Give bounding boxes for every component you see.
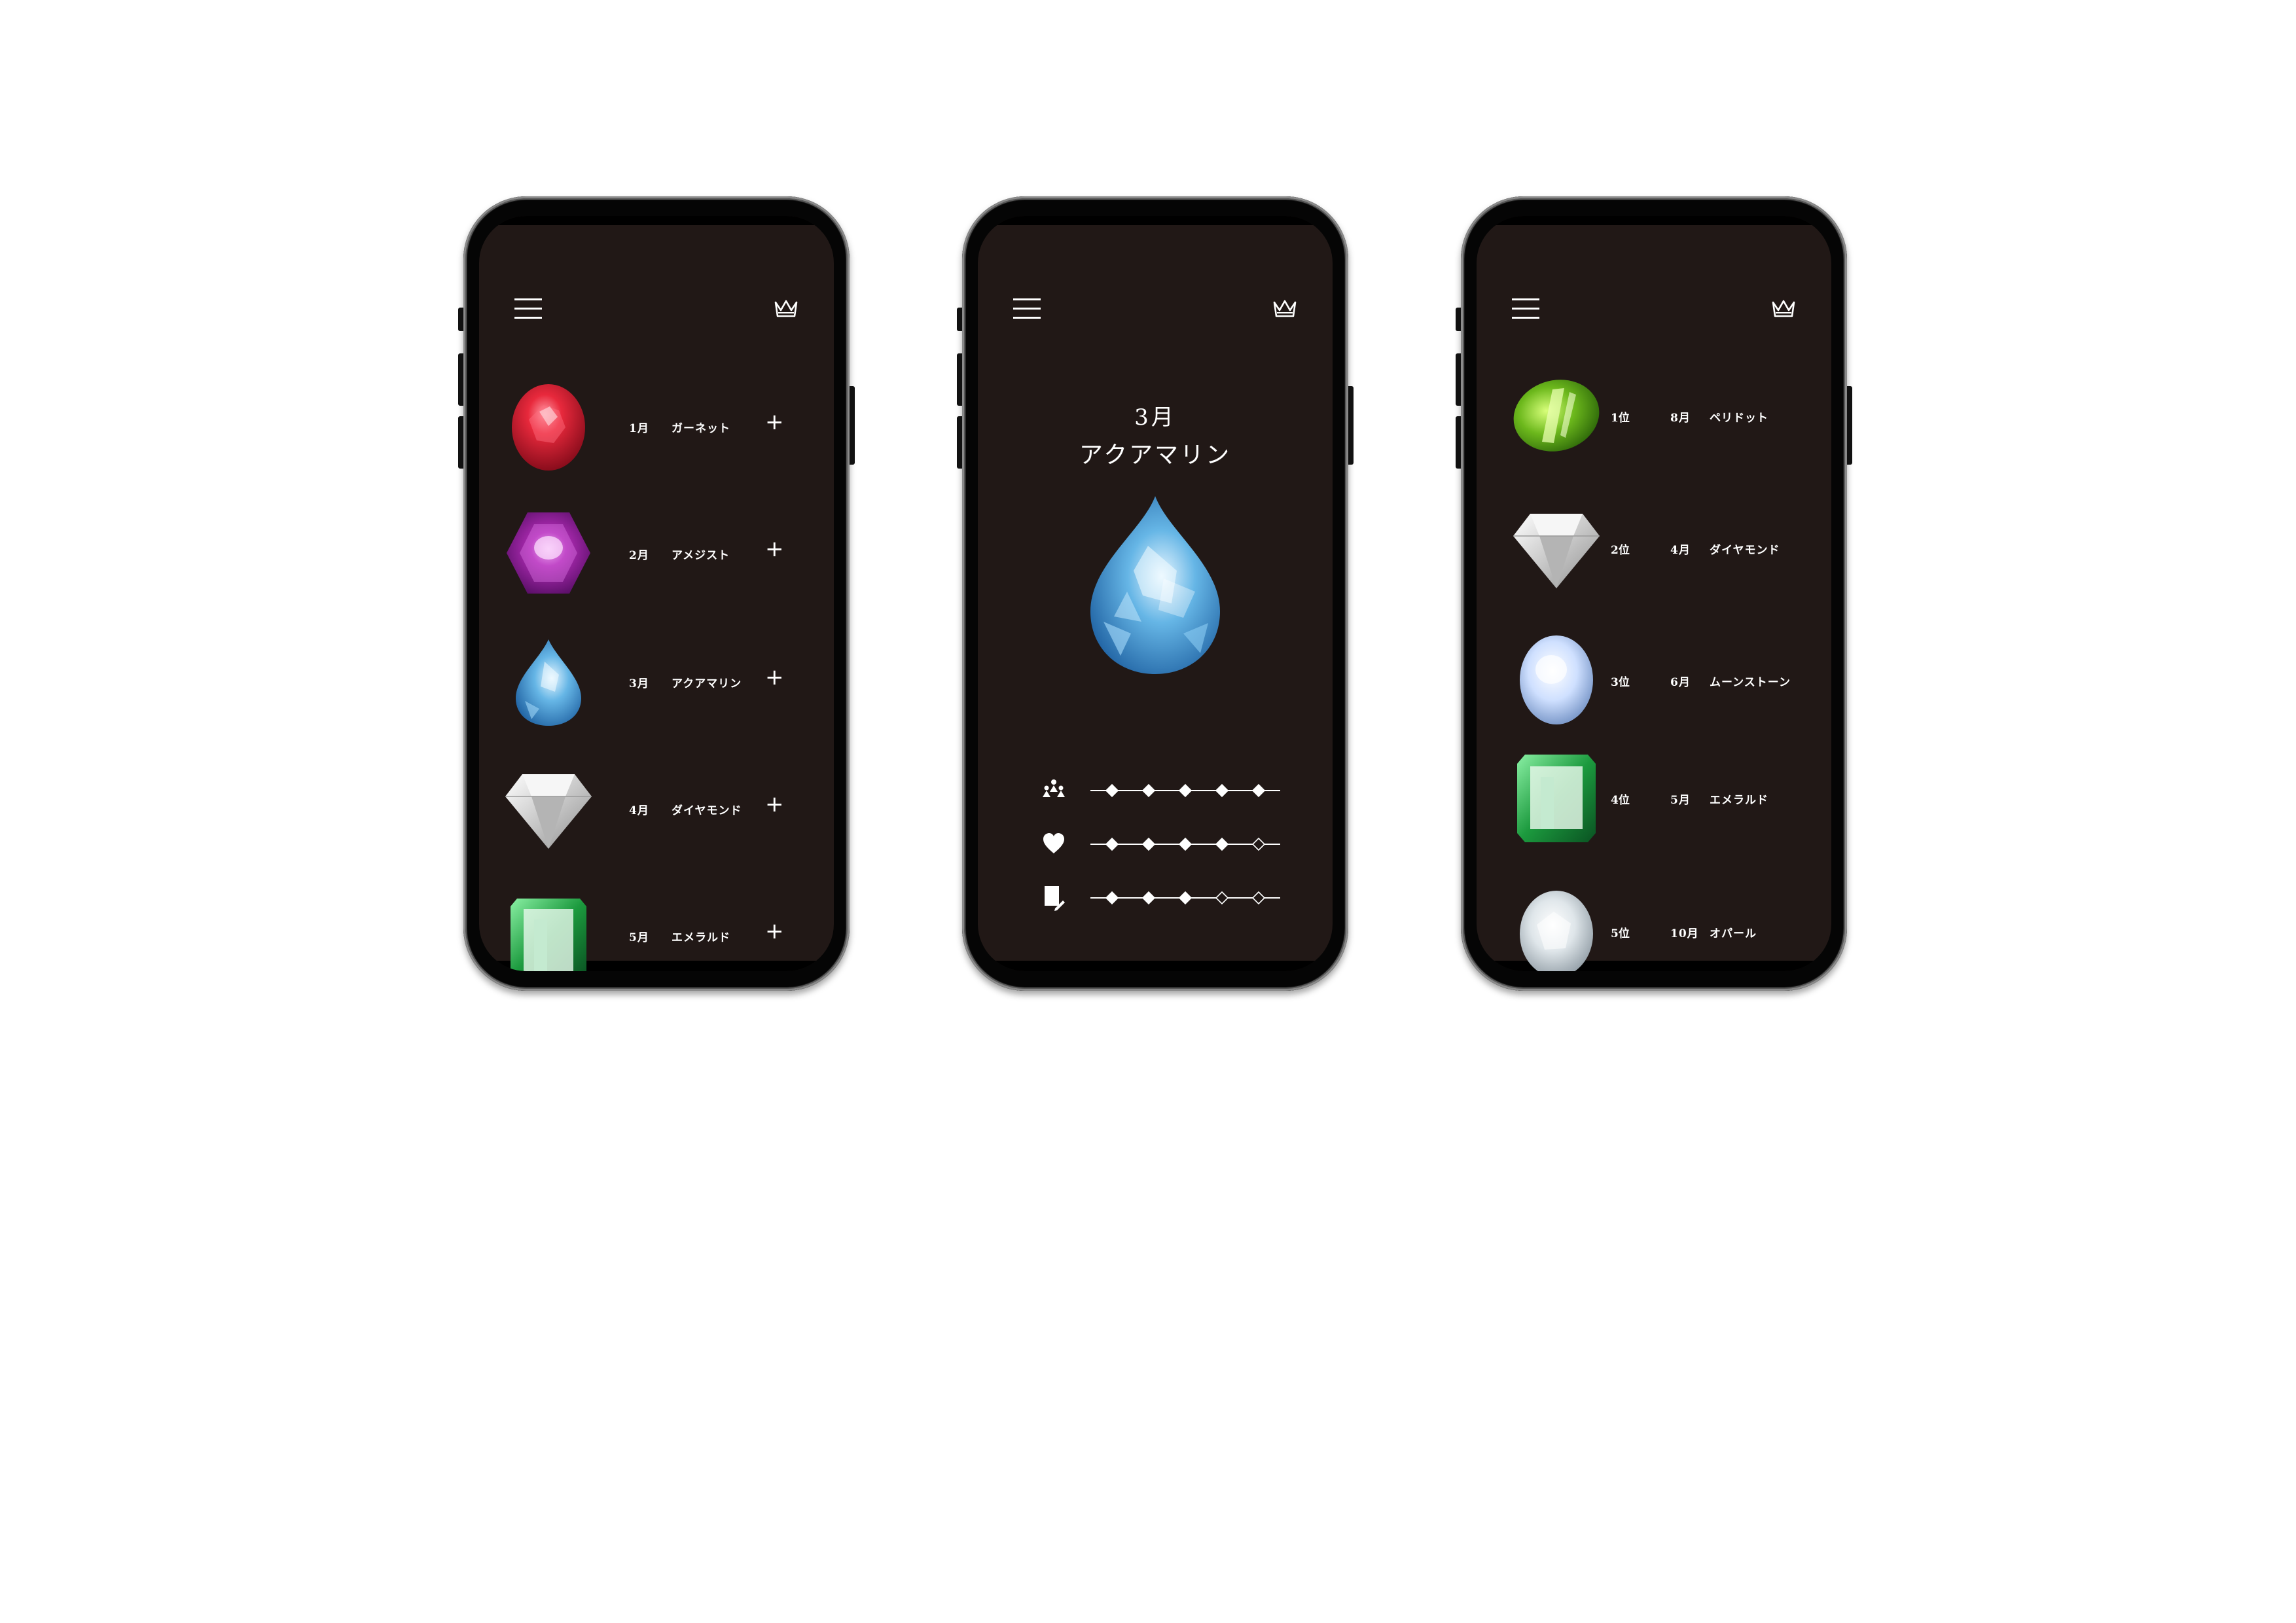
rating-track [1090, 837, 1280, 851]
aquamarine-gem-image [1090, 496, 1220, 674]
month-label: 4月 [1670, 544, 1691, 557]
phone-detail-screen: 3月 アクアマリン [957, 196, 1354, 991]
rating-marker-filled [1178, 783, 1193, 798]
menu-icon[interactable] [514, 298, 542, 321]
rating-marker-filled [1141, 837, 1156, 851]
rank-label: 1位 [1611, 412, 1630, 425]
gem-name: アクアマリン [672, 677, 742, 690]
rating-heart [978, 831, 1333, 857]
month-label: 4月 [629, 804, 649, 817]
detail-month: 3月 [1134, 404, 1176, 431]
menu-icon[interactable] [1512, 298, 1539, 321]
gem-name: エメラルド [1710, 794, 1768, 807]
gem-name: エメラルド [672, 931, 730, 944]
list-item[interactable]: 2月 アメジスト + [479, 497, 834, 609]
ranking-item[interactable]: 4位 5月 エメラルド [1477, 742, 1831, 853]
month-label: 6月 [1670, 676, 1691, 689]
app-screen: 3月 アクアマリン [978, 216, 1333, 971]
rating-track [1090, 891, 1280, 905]
month-label: 10月 [1670, 927, 1699, 940]
gem-name: ペリドット [1710, 412, 1768, 425]
list-item[interactable]: 4月 ダイヤモンド + [479, 753, 834, 864]
ranking-item[interactable]: 3位 6月 ムーンストーン [1477, 624, 1831, 736]
rating-marker-filled [1215, 837, 1229, 851]
rank-label: 5位 [1611, 927, 1630, 940]
plus-icon[interactable]: + [765, 793, 784, 815]
rank-label: 3位 [1611, 676, 1630, 689]
phone-ranking-screen: 1位 8月 ペリドット 2位 4月 ダイヤモンド 3位 6月 ムーンストーン 4… [1456, 196, 1852, 991]
month-label: 3月 [629, 677, 649, 690]
diamond-gem-image [505, 774, 592, 849]
month-label: 5月 [629, 931, 649, 944]
emerald-gem-image [511, 899, 586, 971]
emerald-gem-image [1517, 755, 1596, 842]
rating-people [978, 777, 1333, 804]
gem-name: ムーンストーン [1710, 676, 1791, 689]
list-item[interactable]: 5月 エメラルド + [479, 880, 834, 971]
ranking-item[interactable]: 2位 4月 ダイヤモンド [1477, 492, 1831, 603]
rating-marker-filled [1178, 891, 1193, 905]
plus-icon[interactable]: + [765, 411, 784, 433]
rating-marker-empty [1251, 891, 1266, 905]
plus-icon[interactable]: + [765, 538, 784, 560]
rating-marker-filled [1105, 783, 1119, 798]
rating-marker-filled [1178, 837, 1193, 851]
rating-marker-empty [1251, 837, 1266, 851]
list-item[interactable]: 3月 アクアマリン + [479, 626, 834, 737]
note-edit-icon [1045, 886, 1065, 911]
detail-gem-name: アクアマリン [1079, 442, 1232, 469]
gem-name: ダイヤモンド [672, 804, 742, 817]
peridot-gem-image [1513, 380, 1600, 452]
rating-marker-filled [1141, 891, 1156, 905]
rating-marker-empty [1215, 891, 1229, 905]
opal-gem-image [1520, 891, 1593, 971]
phone-list-screen: 1月 ガーネット + 2月 アメジスト + 3月 アクアマリン + 4月 ダイヤ… [458, 196, 855, 991]
list-item[interactable]: 1月 ガーネット + [479, 370, 834, 482]
month-label: 2月 [629, 549, 649, 562]
amethyst-gem-image [507, 512, 590, 594]
moonstone-gem-image [1520, 635, 1593, 724]
app-screen: 1月 ガーネット + 2月 アメジスト + 3月 アクアマリン + 4月 ダイヤ… [479, 216, 834, 971]
gem-name: アメジスト [672, 549, 730, 562]
month-label: 8月 [1670, 412, 1691, 425]
diamond-gem-image [1513, 514, 1600, 588]
rating-track [1090, 783, 1280, 798]
gem-name: ガーネット [672, 422, 730, 435]
rating-note [978, 885, 1333, 911]
rating-marker-filled [1141, 783, 1156, 798]
plus-icon[interactable]: + [765, 666, 784, 688]
month-label: 1月 [629, 422, 649, 435]
plus-icon[interactable]: + [765, 920, 784, 942]
gem-name: オパール [1710, 927, 1757, 940]
rating-marker-filled [1215, 783, 1229, 798]
menu-icon[interactable] [1013, 298, 1041, 321]
people-icon [1043, 779, 1065, 797]
ranking-item[interactable]: 1位 8月 ペリドット [1477, 360, 1831, 471]
crown-icon[interactable] [1272, 298, 1297, 319]
crown-icon[interactable] [1771, 298, 1796, 319]
garnet-gem-image [512, 384, 585, 471]
rating-marker-filled [1251, 783, 1266, 798]
rank-label: 2位 [1611, 544, 1630, 557]
rank-label: 4位 [1611, 794, 1630, 807]
aquamarine-gem-image [516, 639, 581, 726]
rating-marker-filled [1105, 837, 1119, 851]
heart-icon [1043, 833, 1064, 853]
gem-name: ダイヤモンド [1710, 544, 1780, 557]
month-label: 5月 [1670, 794, 1691, 807]
ranking-item[interactable]: 5位 10月 オパール [1477, 876, 1831, 971]
rating-marker-filled [1105, 891, 1119, 905]
crown-icon[interactable] [774, 298, 798, 319]
app-screen: 1位 8月 ペリドット 2位 4月 ダイヤモンド 3位 6月 ムーンストーン 4… [1477, 216, 1831, 971]
